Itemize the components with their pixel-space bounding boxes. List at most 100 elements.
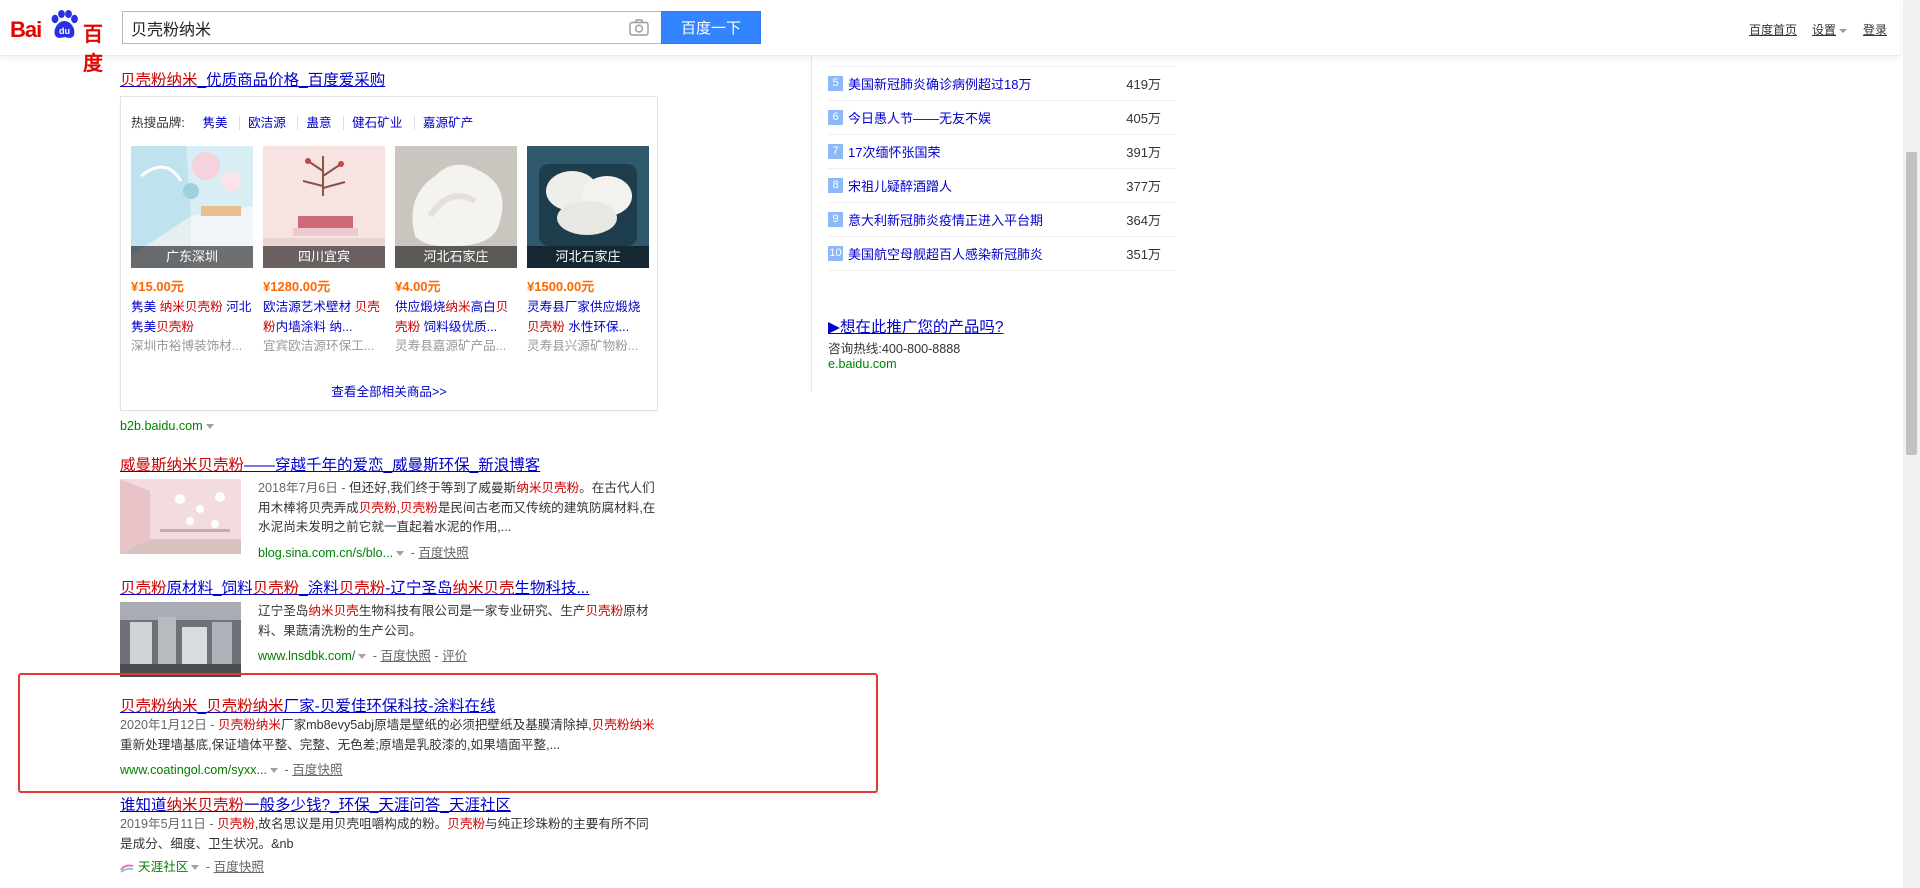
rank-item[interactable]: 6 今日愚人节——无友不娱 405万 — [828, 108, 1176, 128]
rank-number: 9 — [828, 212, 843, 227]
product-image[interactable]: 广东深圳 — [131, 146, 253, 268]
rank-number: 6 — [828, 110, 843, 125]
baidu-logo[interactable]: Bai du 百度 — [10, 7, 120, 75]
thumbnail-factory — [120, 602, 241, 677]
cache-link[interactable]: 百度快照 — [418, 546, 468, 560]
product-price: ¥1500.00元 — [527, 279, 595, 294]
cache-link[interactable]: 百度快照 — [214, 860, 264, 874]
shopping-result-title[interactable]: 贝壳粉纳米_优质商品价格_百度爱采购 — [120, 68, 385, 90]
rank-title[interactable]: 今日愚人节——无友不娱 — [848, 108, 991, 127]
paw-icon: du — [51, 10, 78, 38]
camera-icon[interactable] — [629, 19, 649, 36]
rank-number: 10 — [828, 246, 843, 261]
brand-link[interactable]: 欧洁源 — [239, 116, 294, 130]
caret-down-icon — [358, 654, 367, 660]
rank-item[interactable]: 8 宋祖儿疑醉酒蹭人 377万 — [828, 176, 1176, 196]
rank-title[interactable]: 美国航空母舰超百人感染新冠肺炎 — [848, 244, 1043, 263]
product-name[interactable]: 供应煅烧纳米高白贝壳粉 饲料级优质... — [395, 298, 517, 337]
promo-hotline: 咨询热线:400-800-8888 — [828, 342, 961, 356]
product-name[interactable]: 隽美 纳米贝壳粉 河北隽美贝壳粉 — [131, 298, 253, 337]
product-seller: 宜宾欧洁源环保工... — [263, 339, 375, 353]
result-url[interactable]: b2b.baidu.com — [120, 419, 217, 433]
settings-label: 设置 — [1812, 23, 1837, 37]
rank-separator — [828, 66, 1176, 67]
caret-down-icon — [205, 424, 214, 430]
tianya-logo-icon — [120, 864, 134, 873]
result-url[interactable]: 天涯社区 - 百度快照 — [120, 856, 264, 875]
product-image[interactable]: 四川宜宾 — [263, 146, 385, 268]
rank-title[interactable]: 意大利新冠肺炎疫情正进入平台期 — [848, 210, 1043, 229]
rank-title[interactable]: 美国新冠肺炎确诊病例超过18万 — [848, 74, 1031, 93]
thumbnail-pink-room — [120, 479, 241, 554]
rank-title[interactable]: 宋祖儿疑醉酒蹭人 — [848, 176, 952, 195]
rank-separator — [828, 168, 1176, 169]
result-title[interactable]: 贝壳粉原材料_饲料贝壳粉_涂料贝壳粉-辽宁圣岛纳米贝壳生物科技... — [120, 576, 589, 598]
result-title[interactable]: 威曼斯纳米贝壳粉——穿越千年的爱恋_威曼斯环保_新浪博客 — [120, 453, 540, 475]
product-image[interactable]: 河北石家庄 — [395, 146, 517, 268]
see-all-products-link[interactable]: 查看全部相关商品>> — [121, 381, 657, 400]
review-link[interactable]: 评价 — [442, 649, 467, 663]
product-price: ¥15.00元 — [131, 279, 184, 294]
column-divider — [811, 55, 812, 392]
brand-link[interactable]: 隽美 — [194, 116, 235, 130]
rank-count: 377万 — [1126, 179, 1161, 194]
result-thumbnail[interactable] — [120, 479, 241, 554]
product-card[interactable]: 四川宜宾 ¥1280.00元 欧洁源艺术壁材 贝壳粉内墙涂料 纳... 宜宾欧洁… — [263, 146, 385, 357]
product-name[interactable]: 欧洁源艺术壁材 贝壳粉内墙涂料 纳... — [263, 298, 385, 337]
brand-link[interactable]: 健石矿业 — [343, 116, 411, 130]
search-box — [122, 11, 661, 44]
brand-link[interactable]: 嘉源矿产 — [413, 116, 482, 130]
promo-url[interactable]: e.baidu.com — [828, 357, 897, 371]
search-input[interactable] — [123, 12, 611, 43]
brand-link[interactable]: 蛊意 — [297, 116, 340, 130]
product-location: 河北石家庄 — [395, 246, 517, 268]
promote-product-link[interactable]: ▶想在此推广您的产品吗? — [828, 315, 1004, 337]
product-card[interactable]: 河北石家庄 ¥4.00元 供应煅烧纳米高白贝壳粉 饲料级优质... 灵寿县嘉源矿… — [395, 146, 517, 357]
rank-item[interactable]: 10 美国航空母舰超百人感染新冠肺炎 351万 — [828, 244, 1176, 264]
shopping-card: 热搜品牌: 隽美 欧洁源 蛊意 健石矿业 嘉源矿产 广东深圳 ¥15.00元 隽… — [120, 96, 658, 411]
logo-paw-du: du — [59, 26, 70, 36]
top-header-bar: Bai du 百度 百度一下 百度首页 设置 登录 — [0, 0, 1900, 75]
result-title[interactable]: 谁知道纳米贝壳粉一般多少钱?_环保_天涯问答_天涯社区 — [120, 793, 511, 815]
rank-count: 405万 — [1126, 111, 1161, 126]
rank-title[interactable]: 17次缅怀张国荣 — [848, 142, 940, 161]
product-location: 四川宜宾 — [263, 246, 385, 268]
rank-item[interactable]: 9 意大利新冠肺炎疫情正进入平台期 364万 — [828, 210, 1176, 230]
rank-number: 5 — [828, 76, 843, 91]
product-seller: 深圳市裕博装饰材... — [131, 339, 243, 353]
rank-item[interactable]: 7 17次缅怀张国荣 391万 — [828, 142, 1176, 162]
page-scrollbar[interactable] — [1903, 0, 1920, 888]
logo-text-baidu-cn: 百度 — [83, 22, 103, 75]
product-card[interactable]: 广东深圳 ¥15.00元 隽美 纳米贝壳粉 河北隽美贝壳粉 深圳市裕博装饰材..… — [131, 146, 253, 357]
result-snippet: 2018年7月6日 - 但还好,我们终于等到了威曼斯纳米贝壳粉。在古代人们用木棒… — [258, 481, 656, 534]
rank-separator — [828, 236, 1176, 237]
rank-separator — [828, 270, 1176, 271]
result-url[interactable]: blog.sina.com.cn/s/blo... - 百度快照 — [258, 542, 469, 561]
search-button[interactable]: 百度一下 — [661, 11, 761, 44]
rank-separator — [828, 134, 1176, 135]
product-price: ¥4.00元 — [395, 279, 441, 294]
baidu-home-link[interactable]: 百度首页 — [1749, 21, 1797, 38]
rank-item[interactable]: 5 美国新冠肺炎确诊病例超过18万 419万 — [828, 74, 1176, 94]
hot-brands-label: 热搜品牌: — [131, 116, 185, 130]
product-image[interactable]: 河北石家庄 — [527, 146, 649, 268]
logo-text-bai: Bai — [10, 17, 42, 42]
result-thumbnail[interactable] — [120, 602, 241, 677]
scrollbar-thumb[interactable] — [1906, 152, 1917, 455]
rank-count: 419万 — [1126, 77, 1161, 92]
product-price: ¥1280.00元 — [263, 279, 331, 294]
login-link[interactable]: 登录 — [1863, 21, 1887, 38]
result-snippet: 2019年5月11日 - 贝壳粉,故名思议是用贝壳咀嚼构成的粉。贝壳粉与纯正珍珠… — [120, 817, 649, 851]
result-url[interactable]: www.lnsdbk.com/ - 百度快照 - 评价 — [258, 645, 467, 664]
product-seller: 灵寿县嘉源矿产品... — [395, 339, 507, 353]
rank-count: 391万 — [1126, 145, 1161, 160]
settings-link[interactable]: 设置 — [1812, 21, 1848, 38]
product-location: 河北石家庄 — [527, 246, 649, 268]
product-card[interactable]: 河北石家庄 ¥1500.00元 灵寿县厂家供应煅烧贝壳粉 水性环保... 灵寿县… — [527, 146, 649, 357]
product-name[interactable]: 灵寿县厂家供应煅烧贝壳粉 水性环保... — [527, 298, 649, 337]
highlight-annotation-box — [18, 673, 878, 793]
rank-count: 351万 — [1126, 247, 1161, 262]
chevron-down-icon — [1839, 28, 1848, 33]
cache-link[interactable]: 百度快照 — [381, 649, 431, 663]
result-snippet: 辽宁圣岛纳米贝壳生物科技有限公司是一家专业研究、生产贝壳粉原材料、果蔬清洗粉的生… — [258, 604, 649, 638]
